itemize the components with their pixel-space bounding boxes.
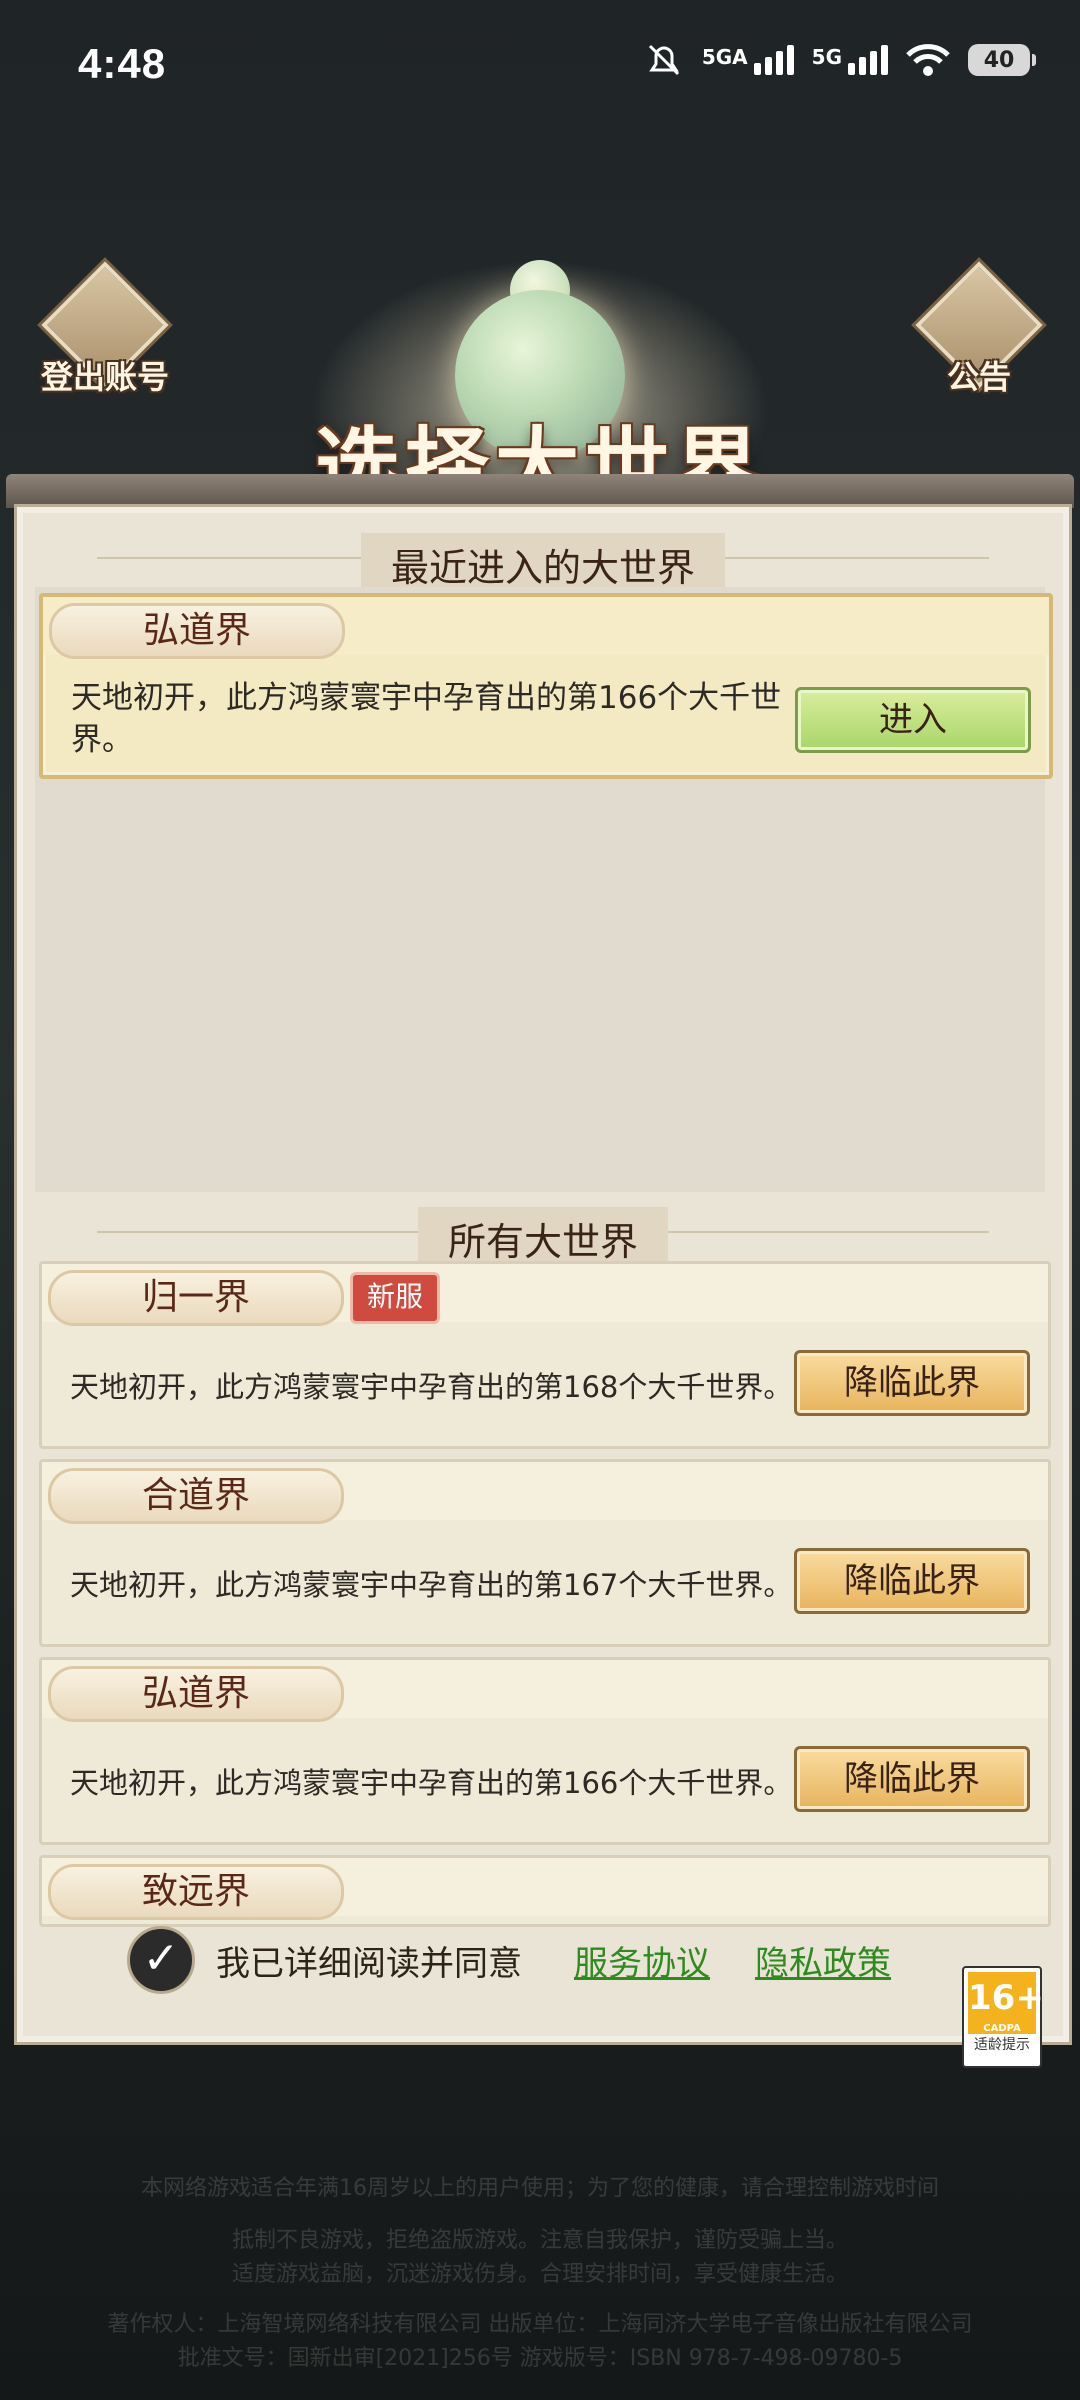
privacy-policy-link[interactable]: 隐私政策 (755, 1936, 891, 1985)
signal-icon-sim1: 5GA (702, 45, 794, 75)
enter-button[interactable]: 进入 (795, 687, 1031, 753)
clock: 4:48 (78, 40, 167, 87)
world-description: 天地初开，此方鸿蒙寰宇中孕育出的第166个大千世界。 (70, 1766, 793, 1800)
service-agreement-link[interactable]: 服务协议 (574, 1936, 710, 1985)
world-card-guiyi: 归一界 新服 天地初开，此方鸿蒙寰宇中孕育出的第168个大千世界。 降临此界 (39, 1261, 1051, 1449)
age-rating-badge[interactable]: 16+ CADPA 适龄提示 (962, 1966, 1044, 2068)
world-card-hongdao: 弘道界 天地初开，此方鸿蒙寰宇中孕育出的第166个大千世界。 降临此界 (39, 1657, 1051, 1845)
panel-frame-top (6, 474, 1074, 508)
world-select-panel: 最近进入的大世界 弘道界 天地初开，此方鸿蒙寰宇中孕育出的第166个大千世界。 … (14, 504, 1072, 2045)
status-icons: 5GA 5G 40 (644, 42, 1036, 78)
notice-button[interactable]: 公告 (914, 261, 1044, 400)
world-name: 弘道界 (48, 1666, 344, 1722)
world-name: 归一界 (48, 1270, 344, 1326)
signal-icon-sim2: 5G (812, 45, 888, 75)
all-section-header: 所有大世界 (17, 1197, 1069, 1270)
world-name: 合道界 (48, 1468, 344, 1524)
agreement-row: ✓ 我已详细阅读并同意 服务协议 隐私政策 (0, 1918, 1080, 1998)
logout-button[interactable]: 登出账号 (40, 261, 170, 400)
world-description: 天地初开，此方鸿蒙寰宇中孕育出的第168个大千世界。 (70, 1370, 793, 1404)
world-card-hedao: 合道界 天地初开，此方鸿蒙寰宇中孕育出的第167个大千世界。 降临此界 (39, 1459, 1051, 1647)
world-description: 天地初开，此方鸿蒙寰宇中孕育出的第166个大千世界。 (71, 680, 782, 758)
descend-button[interactable]: 降临此界 (794, 1548, 1030, 1614)
battery-icon: 40 (968, 44, 1036, 76)
world-name: 致远界 (48, 1864, 344, 1920)
age-rating-label: 适龄提示 (974, 2037, 1030, 2053)
age-rating-value: 16+ CADPA (968, 1972, 1044, 2034)
world-name: 弘道界 (49, 603, 345, 659)
recent-section-header: 最近进入的大世界 (17, 523, 1069, 596)
mute-icon (648, 44, 679, 76)
descend-button[interactable]: 降临此界 (794, 1350, 1030, 1416)
footer-line: 本网络游戏适合年满16周岁以上的用户使用；为了您的健康，请合理控制游戏时间 (141, 2176, 939, 2201)
wifi-icon (906, 44, 950, 76)
footer-line: 适度游戏益脑，沉迷游戏伤身。合理安排时间，享受健康生活。 (231, 2262, 848, 2287)
footer-line: 批准文号：国新出审[2021]256号 游戏版号：ISBN 978-7-498-… (177, 2346, 903, 2371)
footer-line: 抵制不良游戏，拒绝盗版游戏。注意自我保护，谨防受骗上当。 (231, 2228, 848, 2253)
agree-checkbox[interactable]: ✓ (127, 1926, 195, 1994)
recent-world-card: 弘道界 天地初开，此方鸿蒙寰宇中孕育出的第166个大千世界。 进入 (39, 593, 1053, 779)
footer-line: 著作权人：上海智境网络科技有限公司 出版单位：上海同济大学电子音像出版社有限公司 (107, 2312, 973, 2337)
status-bar: 4:48 5GA 5G 40 (0, 0, 1080, 140)
new-server-badge: 新服 (350, 1272, 440, 1324)
world-card-zhiyuan: 致远界 (39, 1855, 1051, 1927)
notice-label: 公告 (946, 358, 1011, 396)
descend-button[interactable]: 降临此界 (794, 1746, 1030, 1812)
logout-label: 登出账号 (40, 358, 169, 396)
world-description: 天地初开，此方鸿蒙寰宇中孕育出的第167个大千世界。 (70, 1568, 793, 1602)
agree-text: 我已详细阅读并同意 (216, 1944, 522, 1984)
